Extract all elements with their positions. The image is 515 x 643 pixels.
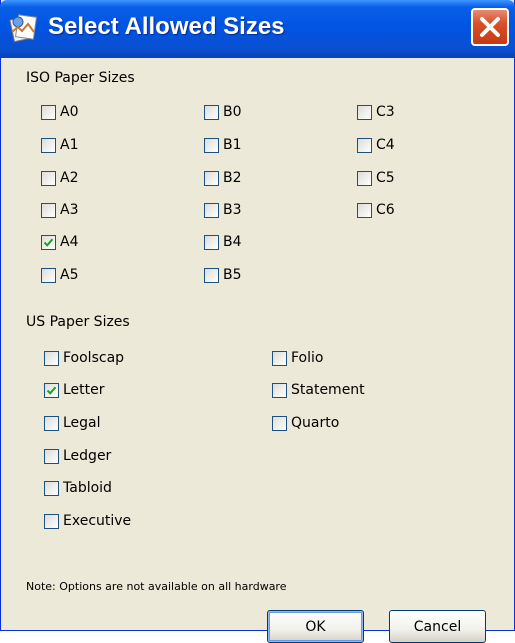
- checkbox-box[interactable]: [272, 382, 287, 398]
- checkbox-box[interactable]: [41, 202, 56, 218]
- checkbox-box[interactable]: [44, 513, 59, 529]
- window-title: Select Allowed Sizes: [48, 13, 285, 40]
- checkbox-box[interactable]: [41, 267, 56, 283]
- checkbox-a2[interactable]: A2: [41, 167, 78, 189]
- checkmark-icon: [46, 386, 57, 395]
- checkbox-box[interactable]: [41, 234, 56, 250]
- checkbox-tabloid[interactable]: Tabloid: [44, 477, 112, 499]
- title-bar[interactable]: Select Allowed Sizes: [0, 0, 515, 58]
- checkbox-label: A1: [60, 137, 79, 153]
- close-icon: [480, 17, 500, 37]
- checkbox-label: C4: [376, 137, 395, 153]
- checkbox-a4[interactable]: A4: [41, 231, 78, 253]
- checkbox-label: B3: [223, 202, 242, 218]
- checkbox-box[interactable]: [204, 170, 219, 186]
- checkbox-b1[interactable]: B1: [204, 134, 242, 156]
- checkbox-box[interactable]: [41, 170, 56, 186]
- checkbox-label: C3: [376, 104, 395, 120]
- checkbox-foolscap[interactable]: Foolscap: [44, 347, 124, 369]
- checkbox-label: Executive: [63, 513, 132, 529]
- checkbox-b3[interactable]: B3: [204, 199, 242, 221]
- close-button[interactable]: [471, 8, 509, 46]
- checkbox-executive[interactable]: Executive: [44, 510, 131, 532]
- ok-button[interactable]: OK: [267, 610, 364, 643]
- dialog-window: Select Allowed Sizes ISO Paper Sizes A0 …: [0, 0, 515, 643]
- checkbox-box[interactable]: [44, 382, 59, 398]
- checkbox-folio[interactable]: Folio: [272, 347, 323, 369]
- checkbox-box[interactable]: [272, 350, 287, 366]
- checkbox-c3[interactable]: C3: [357, 101, 395, 123]
- checkbox-a5[interactable]: A5: [41, 264, 78, 286]
- checkbox-label: C6: [376, 202, 395, 218]
- checkbox-label: B5: [223, 267, 242, 283]
- paper-sizes-app-icon: [8, 12, 40, 44]
- checkbox-box[interactable]: [44, 448, 59, 464]
- checkbox-label: A4: [60, 234, 79, 250]
- checkbox-b5[interactable]: B5: [204, 264, 242, 286]
- checkbox-label: Tabloid: [63, 480, 112, 496]
- checkbox-label: Letter: [63, 382, 105, 398]
- checkbox-box[interactable]: [44, 480, 59, 496]
- checkbox-box[interactable]: [272, 415, 287, 431]
- checkbox-box[interactable]: [204, 234, 219, 250]
- checkbox-label: B0: [223, 104, 242, 120]
- hardware-note: Note: Options are not available on all h…: [26, 580, 287, 593]
- checkbox-box[interactable]: [44, 350, 59, 366]
- iso-section-label: ISO Paper Sizes: [26, 70, 135, 86]
- dialog-body: ISO Paper Sizes A0 A1 A2 A3 A4 A5 B0 B1 …: [1, 58, 514, 643]
- checkbox-label: Statement: [291, 382, 365, 398]
- checkbox-label: C5: [376, 170, 395, 186]
- checkbox-label: Folio: [291, 350, 324, 366]
- checkbox-box[interactable]: [204, 104, 219, 120]
- checkbox-label: A3: [60, 202, 79, 218]
- checkbox-letter[interactable]: Letter: [44, 379, 105, 401]
- checkbox-box[interactable]: [357, 170, 372, 186]
- checkbox-legal[interactable]: Legal: [44, 412, 101, 434]
- checkbox-c5[interactable]: C5: [357, 167, 395, 189]
- checkbox-box[interactable]: [357, 137, 372, 153]
- checkbox-quarto[interactable]: Quarto: [272, 412, 339, 434]
- checkbox-a3[interactable]: A3: [41, 199, 78, 221]
- checkbox-a1[interactable]: A1: [41, 134, 78, 156]
- checkbox-b0[interactable]: B0: [204, 101, 242, 123]
- checkbox-box[interactable]: [204, 137, 219, 153]
- cancel-button[interactable]: Cancel: [389, 610, 486, 643]
- checkmark-icon: [43, 238, 54, 247]
- checkbox-label: B2: [223, 170, 242, 186]
- checkbox-statement[interactable]: Statement: [272, 379, 365, 401]
- checkbox-box[interactable]: [357, 202, 372, 218]
- checkbox-label: B4: [223, 234, 242, 250]
- checkbox-label: Foolscap: [63, 350, 125, 366]
- checkbox-ledger[interactable]: Ledger: [44, 445, 111, 467]
- checkbox-c6[interactable]: C6: [357, 199, 395, 221]
- us-section-label: US Paper Sizes: [26, 314, 130, 330]
- checkbox-label: A5: [60, 267, 79, 283]
- checkbox-box[interactable]: [41, 104, 56, 120]
- checkbox-label: B1: [223, 137, 242, 153]
- checkbox-box[interactable]: [204, 202, 219, 218]
- checkbox-a0[interactable]: A0: [41, 101, 78, 123]
- checkbox-label: A2: [60, 170, 79, 186]
- checkbox-b4[interactable]: B4: [204, 231, 242, 253]
- checkbox-label: Legal: [63, 415, 101, 431]
- checkbox-label: Ledger: [63, 448, 112, 464]
- checkbox-label: A0: [60, 104, 79, 120]
- checkbox-b2[interactable]: B2: [204, 167, 242, 189]
- checkbox-box[interactable]: [41, 137, 56, 153]
- checkbox-label: Quarto: [291, 415, 340, 431]
- checkbox-box[interactable]: [44, 415, 59, 431]
- checkbox-box[interactable]: [204, 267, 219, 283]
- checkbox-box[interactable]: [357, 104, 372, 120]
- checkbox-c4[interactable]: C4: [357, 134, 395, 156]
